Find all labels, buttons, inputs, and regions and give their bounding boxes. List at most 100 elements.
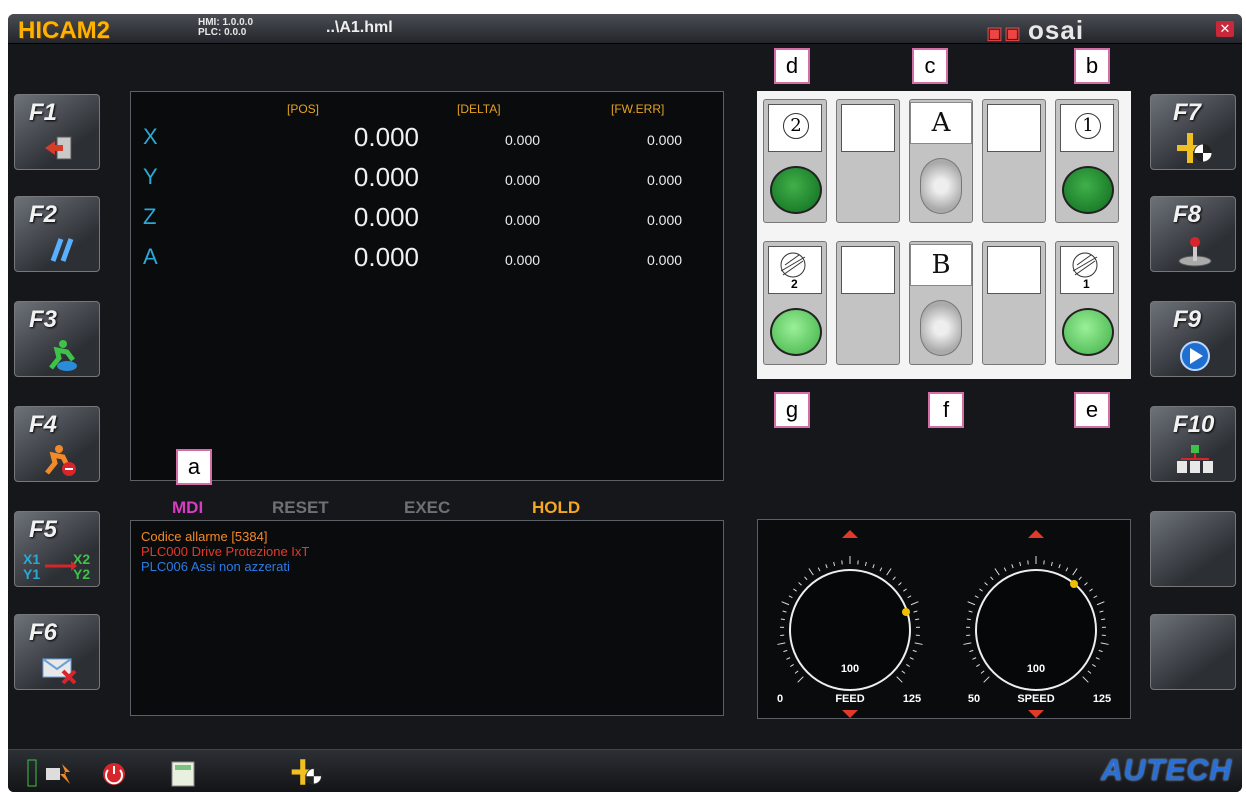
feed-dial[interactable]: 100 0 FEED 125 xyxy=(777,530,923,718)
annotation-tag-a: a xyxy=(176,449,212,485)
dial-tick xyxy=(1003,567,1007,572)
dial-tick xyxy=(963,642,972,645)
label-plate: 1 xyxy=(1060,104,1114,152)
dial-tick xyxy=(833,561,836,566)
dial-tick xyxy=(782,610,787,613)
svg-text:X1: X1 xyxy=(23,551,40,567)
mode-exec[interactable]: EXEC xyxy=(404,498,450,518)
light-green-lamp-button[interactable] xyxy=(1062,308,1114,356)
axis-delta: 0.000 xyxy=(505,132,541,148)
dial-tick xyxy=(1099,610,1104,613)
annotation-tag-e: e xyxy=(1074,392,1110,428)
speed-down-arrow-icon[interactable] xyxy=(1028,710,1044,718)
light-green-lamp-button[interactable] xyxy=(770,308,822,356)
dial-tick xyxy=(980,670,985,674)
title-bar: HICAM2 HMI: 1.0.0.0 PLC: 0.0.0 ..\A1.hml… xyxy=(8,14,1242,46)
running-man-icon xyxy=(49,340,77,371)
calculator-icon[interactable] xyxy=(171,761,195,787)
axis-swap-icon: X1 Y1 X2 Y2 xyxy=(23,551,90,582)
dial-tick xyxy=(879,567,883,572)
dial-tick xyxy=(913,610,918,613)
switch-panel: 2 A 1 2 B 1 xyxy=(757,91,1131,379)
dial-tick xyxy=(804,576,808,581)
feed-down-arrow-icon[interactable] xyxy=(842,710,858,718)
power-off-icon[interactable] xyxy=(103,763,125,785)
axis-delta: 0.000 xyxy=(505,212,541,228)
speed-dial[interactable]: 100 50 SPEED 125 xyxy=(963,530,1111,718)
button-g[interactable]: 2 xyxy=(763,241,827,365)
close-button[interactable]: ✕ xyxy=(1216,21,1234,37)
blank-slot xyxy=(982,241,1046,365)
f1-key[interactable]: F1 xyxy=(14,94,100,170)
f6-label: F6 xyxy=(29,619,58,646)
speed-up-arrow-icon[interactable] xyxy=(1028,530,1044,538)
dial-tick xyxy=(1096,601,1105,606)
green-lamp-button[interactable] xyxy=(1062,166,1114,214)
messages-panel: Codice allarme [5384] PLC000 Drive Prote… xyxy=(130,520,724,716)
override-panel: 100 0 FEED 125 100 50 SPEED 125 xyxy=(757,519,1131,719)
power-plug-icon[interactable] xyxy=(46,764,70,784)
mode-reset[interactable]: RESET xyxy=(272,498,329,518)
dial-tick xyxy=(1095,657,1100,660)
f5-key[interactable]: F5 X1 Y1 X2 Y2 xyxy=(14,511,100,587)
dial-tick xyxy=(974,595,979,599)
fidia-mark-icon: ▣▣ xyxy=(986,23,1023,43)
dial-tick xyxy=(1072,568,1078,576)
annotation-tag-b: b xyxy=(1074,48,1110,84)
dial-tick xyxy=(1089,588,1093,592)
button-b[interactable]: 1 xyxy=(1055,99,1119,223)
axis-fw-err: 0.000 xyxy=(647,212,683,228)
feed-indicator xyxy=(902,608,910,616)
brand-logo: ▣▣ osai xyxy=(986,15,1084,46)
dial-tick xyxy=(906,664,910,668)
selector-f[interactable]: B xyxy=(909,241,973,365)
f7-key[interactable]: F7 xyxy=(1150,94,1236,170)
selector-c[interactable]: A xyxy=(909,99,973,223)
f2-key[interactable]: F2 xyxy=(14,196,100,272)
message-line: PLC006 Assi non azzerati xyxy=(141,559,290,574)
blank-key-1[interactable] xyxy=(1150,511,1236,587)
annotation-tag-g: g xyxy=(774,392,810,428)
f1-label: F1 xyxy=(29,99,58,126)
f8-key[interactable]: F8 xyxy=(1150,196,1236,272)
dial-tick xyxy=(915,618,920,621)
f4-key[interactable]: F4 xyxy=(14,406,100,482)
blank-slot xyxy=(836,99,900,223)
mode-hold[interactable]: HOLD xyxy=(532,498,580,518)
green-lamp-button[interactable] xyxy=(770,166,822,214)
dial-tick xyxy=(790,664,794,668)
f4-label: F4 xyxy=(29,411,58,438)
annotation-tag-d: d xyxy=(774,48,810,84)
svg-text:X2: X2 xyxy=(73,551,90,567)
annotation-tag-c: c xyxy=(912,48,948,84)
play-icon xyxy=(1180,341,1210,371)
blank-slot xyxy=(982,99,1046,223)
dial-tick xyxy=(909,657,914,660)
dial-tick xyxy=(984,582,988,586)
rotary-selector-icon[interactable] xyxy=(920,158,962,214)
exit-door-icon xyxy=(45,136,72,160)
feed-up-arrow-icon[interactable] xyxy=(842,530,858,538)
f3-key[interactable]: F3 xyxy=(14,301,100,377)
f7-label: F7 xyxy=(1173,99,1202,126)
label-plate: 2 xyxy=(768,104,822,152)
f6-key[interactable]: F6 xyxy=(14,614,100,690)
dial-tick xyxy=(1092,664,1096,668)
status-icons xyxy=(27,759,195,787)
double-slash-icon xyxy=(50,238,74,262)
mode-mdi[interactable]: MDI xyxy=(172,498,203,518)
dial-tick xyxy=(912,649,917,653)
dial-tick xyxy=(972,657,977,660)
f9-key[interactable]: F9 xyxy=(1150,301,1236,377)
f10-key[interactable]: F10 xyxy=(1150,406,1236,482)
speed-max: 125 xyxy=(1093,693,1111,705)
axis-delta: 0.000 xyxy=(505,172,541,188)
origin-target-icon[interactable] xyxy=(290,756,324,788)
button-d[interactable]: 2 xyxy=(763,99,827,223)
dial-tick xyxy=(1058,564,1061,569)
f8-label: F8 xyxy=(1173,201,1202,228)
axis-name: Z xyxy=(143,204,157,229)
blank-key-2[interactable] xyxy=(1150,614,1236,690)
button-e[interactable]: 1 xyxy=(1055,241,1119,365)
rotary-selector-icon[interactable] xyxy=(920,300,962,356)
